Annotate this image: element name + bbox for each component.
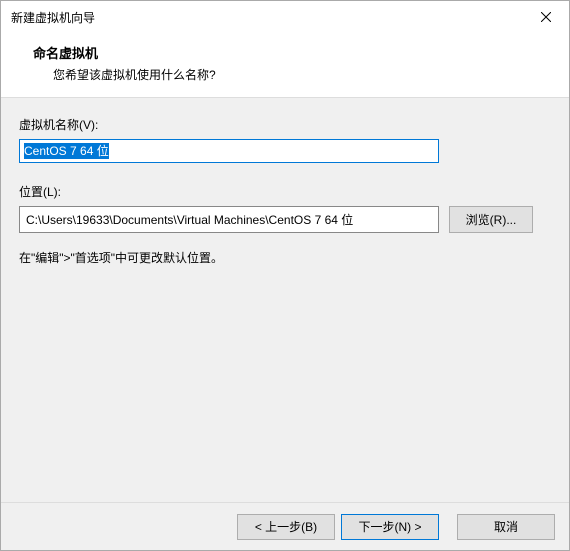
vm-name-label: 虚拟机名称(V): [19, 116, 551, 133]
page-title: 命名虚拟机 [33, 43, 551, 62]
vm-name-value: CentOS 7 64 位 [24, 143, 109, 159]
window-title: 新建虚拟机向导 [11, 9, 95, 26]
note-text: 在"编辑">"首选项"中可更改默认位置。 [19, 249, 551, 266]
next-button[interactable]: 下一步(N) > [341, 514, 439, 540]
wizard-content: 虚拟机名称(V): CentOS 7 64 位 位置(L): C:\Users\… [1, 98, 569, 502]
wizard-header: 命名虚拟机 您希望该虚拟机使用什么名称? [1, 33, 569, 98]
location-value: C:\Users\19633\Documents\Virtual Machine… [26, 213, 353, 227]
wizard-footer: < 上一步(B) 下一步(N) > 取消 [1, 502, 569, 550]
close-button[interactable] [523, 1, 569, 33]
location-label: 位置(L): [19, 183, 551, 200]
vm-name-input[interactable]: CentOS 7 64 位 [19, 139, 439, 163]
page-subtitle: 您希望该虚拟机使用什么名称? [53, 66, 551, 83]
back-button[interactable]: < 上一步(B) [237, 514, 335, 540]
close-icon [541, 12, 551, 22]
browse-button[interactable]: 浏览(R)... [449, 206, 533, 233]
cancel-button[interactable]: 取消 [457, 514, 555, 540]
location-input[interactable]: C:\Users\19633\Documents\Virtual Machine… [19, 206, 439, 233]
titlebar: 新建虚拟机向导 [1, 1, 569, 33]
